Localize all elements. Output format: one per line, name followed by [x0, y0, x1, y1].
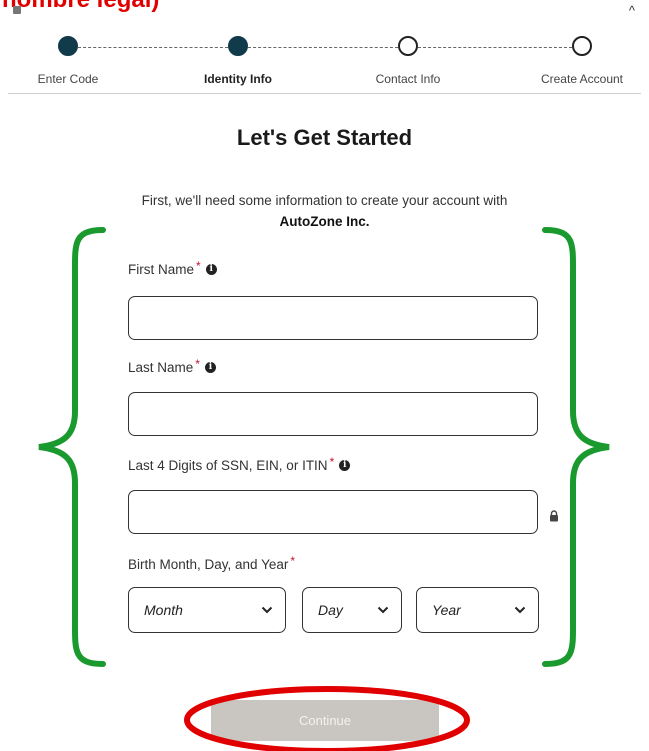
month-select-value: Month	[144, 602, 183, 618]
required-mark: *	[290, 554, 296, 568]
chevron-down-icon	[514, 606, 526, 614]
day-select-value: Day	[318, 602, 343, 618]
stepper-line	[248, 47, 398, 48]
caret-up-icon[interactable]: ^	[629, 3, 635, 18]
first-name-input[interactable]	[128, 296, 538, 340]
intro-sentence: First, we'll need some information to cr…	[141, 193, 508, 208]
day-select[interactable]: Day	[302, 587, 402, 633]
lock-icon	[550, 510, 558, 522]
progress-stepper: Enter Code Identity Info Contact Info Cr…	[0, 30, 649, 94]
chevron-down-icon	[377, 606, 389, 614]
birth-date-label-text: Birth Month, Day, and Year	[128, 557, 289, 572]
page: nombre legal) ^ Enter Code Identity Info…	[0, 0, 649, 751]
info-icon[interactable]: i	[204, 361, 216, 373]
info-icon[interactable]: i	[205, 263, 217, 275]
last-name-label-text: Last Name	[128, 360, 194, 375]
left-brace-annotation	[38, 227, 106, 667]
ssn-label-text: Last 4 Digits of SSN, EIN, or ITIN	[128, 458, 328, 473]
right-brace-annotation	[542, 227, 610, 667]
step-label-create-account: Create Account	[540, 72, 624, 86]
month-select[interactable]: Month	[128, 587, 286, 633]
info-icon[interactable]: i	[339, 459, 351, 471]
ssn-label: Last 4 Digits of SSN, EIN, or ITIN * i	[128, 455, 351, 473]
required-mark: *	[195, 357, 200, 371]
annotation-caption: nombre legal)	[2, 0, 159, 14]
first-name-label-text: First Name	[128, 262, 195, 277]
year-select-value: Year	[432, 602, 461, 618]
page-title: Let's Get Started	[236, 125, 413, 150]
required-mark: *	[196, 259, 201, 273]
chevron-down-icon	[261, 606, 273, 614]
step-label-identity-info[interactable]: Identity Info	[204, 72, 272, 86]
step-label-contact-info: Contact Info	[375, 72, 441, 86]
step-dot-enter-code[interactable]	[58, 36, 78, 56]
step-dot-create-account	[572, 36, 592, 56]
year-select[interactable]: Year	[416, 587, 539, 633]
divider	[8, 93, 641, 94]
stepper-line	[418, 47, 572, 48]
first-name-label: First Name * i	[128, 259, 217, 277]
required-mark: *	[329, 455, 335, 469]
stepper-line	[78, 47, 228, 48]
birth-date-label: Birth Month, Day, and Year *	[128, 554, 296, 572]
step-dot-identity-info[interactable]	[228, 36, 248, 56]
last-name-label: Last Name * i	[128, 357, 216, 375]
ssn-input[interactable]	[128, 490, 538, 534]
red-ellipse-annotation	[184, 686, 470, 751]
step-label-enter-code[interactable]: Enter Code	[38, 72, 99, 86]
last-name-input[interactable]	[128, 392, 538, 436]
folder-icon	[13, 6, 21, 14]
step-dot-contact-info	[398, 36, 418, 56]
